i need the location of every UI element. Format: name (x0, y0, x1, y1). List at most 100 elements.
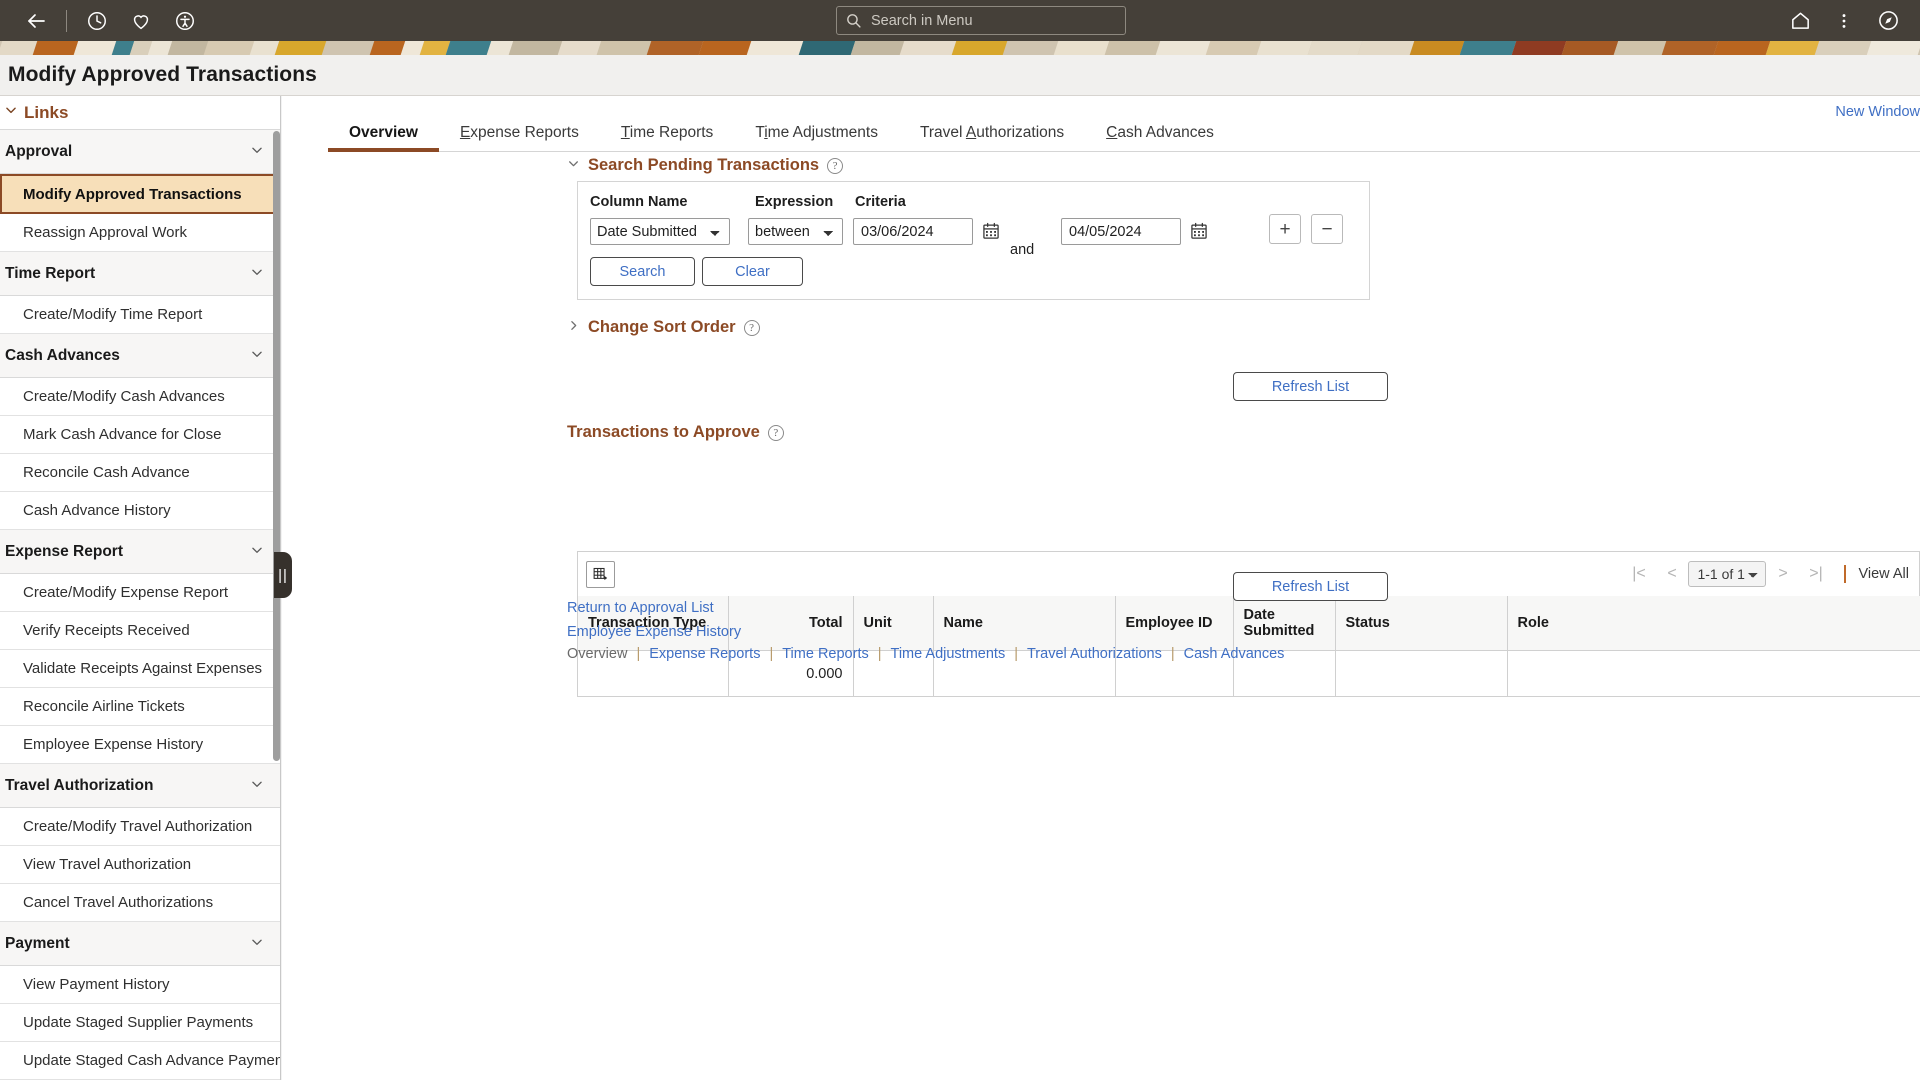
pager-next-button[interactable]: > (1766, 559, 1799, 589)
tab-bar: OverviewExpense ReportsTime ReportsTime … (328, 118, 1920, 152)
bottom-nav-time-adjustments[interactable]: Time Adjustments (891, 646, 1006, 662)
sidebar-item-create-modify-time-report[interactable]: Create/Modify Time Report (0, 296, 280, 334)
calendar-icon[interactable] (1189, 221, 1211, 243)
column-header-total[interactable]: Total (728, 596, 853, 651)
search-button[interactable]: Search (590, 257, 695, 286)
sidebar-links-header[interactable]: Links (0, 96, 280, 130)
sidebar-item-reconcile-airline-tickets[interactable]: Reconcile Airline Tickets (0, 688, 280, 726)
tab-time-reports[interactable]: Time Reports (600, 124, 734, 151)
sidebar-item-employee-expense-history[interactable]: Employee Expense History (0, 726, 280, 764)
sidebar-item-reassign-approval-work[interactable]: Reassign Approval Work (0, 214, 280, 252)
sidebar-item-create-modify-cash-advances[interactable]: Create/Modify Cash Advances (0, 378, 280, 416)
search-input[interactable] (836, 6, 1126, 35)
menu-search-container[interactable] (836, 6, 1126, 35)
column-header-unit[interactable]: Unit (853, 596, 933, 651)
sidebar-item-mark-cash-advance-for-close[interactable]: Mark Cash Advance for Close (0, 416, 280, 454)
tab-time-adjustments[interactable]: Time Adjustments (734, 124, 899, 151)
sidebar-item-update-staged-supplier-payments[interactable]: Update Staged Supplier Payments (0, 1004, 280, 1042)
table-header-row: Transaction TypeTotalUnitNameEmployee ID… (578, 596, 1920, 651)
heart-icon[interactable] (119, 0, 163, 41)
transactions-to-approve-header: Transactions to Approve ? (567, 423, 784, 442)
help-icon[interactable]: ? (744, 320, 760, 336)
clear-button[interactable]: Clear (702, 257, 803, 286)
view-all-link[interactable]: View All (1858, 566, 1913, 582)
calendar-icon[interactable] (981, 221, 1003, 243)
refresh-list-button-top[interactable]: Refresh List (1233, 372, 1388, 401)
bottom-nav-travel-authorizations[interactable]: Travel Authorizations (1027, 646, 1162, 662)
expression-select[interactable]: betweenequal togreater thanless than (748, 218, 843, 245)
sidebar-group-expense-report[interactable]: Expense Report (0, 530, 280, 574)
bottom-nav-expense-reports[interactable]: Expense Reports (649, 646, 760, 662)
accessibility-icon[interactable] (163, 0, 207, 41)
sidebar-item-view-travel-authorization[interactable]: View Travel Authorization (0, 846, 280, 884)
sidebar-group-payment[interactable]: Payment (0, 922, 280, 966)
add-criteria-row-button[interactable]: + (1269, 214, 1301, 244)
sidebar: Links ApprovalModify Approved Transactio… (0, 96, 281, 1080)
sidebar-item-update-staged-cash-advance-paymen[interactable]: Update Staged Cash Advance Paymen (0, 1042, 280, 1080)
sort-section-title: Change Sort Order (588, 318, 736, 337)
bottom-navigation: Overview|Expense Reports|Time Reports|Ti… (567, 646, 1284, 662)
footer-links: Return to Approval List Employee Expense… (567, 600, 741, 640)
column-name-select[interactable]: Date SubmittedNameEmployee IDStatusTrans… (590, 218, 730, 245)
sidebar-item-cancel-travel-authorizations[interactable]: Cancel Travel Authorizations (0, 884, 280, 922)
column-header-employee-id[interactable]: Employee ID (1115, 596, 1233, 651)
bottom-nav-separator: | (627, 646, 649, 662)
home-icon[interactable] (1778, 0, 1822, 41)
sidebar-items-container: ApprovalModify Approved TransactionsReas… (0, 130, 280, 1080)
return-to-approval-list-link[interactable]: Return to Approval List (567, 600, 741, 616)
help-icon[interactable]: ? (768, 425, 784, 441)
date-to-input[interactable] (1061, 218, 1181, 245)
sidebar-item-verify-receipts-received[interactable]: Verify Receipts Received (0, 612, 280, 650)
column-header-role[interactable]: Role (1507, 596, 1920, 651)
sidebar-collapse-handle[interactable]: || (274, 552, 292, 598)
date-from-input[interactable] (853, 218, 973, 245)
remove-criteria-row-button[interactable]: − (1311, 214, 1343, 244)
date-to-field[interactable] (1061, 218, 1181, 245)
compass-icon[interactable] (1866, 0, 1910, 41)
search-pending-transactions-header[interactable]: Search Pending Transactions ? (567, 156, 843, 175)
sidebar-item-modify-approved-transactions[interactable]: Modify Approved Transactions (0, 174, 280, 214)
column-header-status[interactable]: Status (1335, 596, 1507, 651)
sidebar-group-label: Travel Authorization (5, 777, 153, 795)
sidebar-group-approval[interactable]: Approval (0, 130, 280, 174)
pager-prev-button[interactable]: < (1655, 559, 1688, 589)
help-icon[interactable]: ? (827, 158, 843, 174)
back-arrow-icon[interactable] (14, 0, 58, 41)
chevron-right-icon (567, 319, 580, 337)
tab-cash-advances[interactable]: Cash Advances (1085, 124, 1235, 151)
grid-title: Transactions to Approve (567, 423, 760, 442)
employee-expense-history-link[interactable]: Employee Expense History (567, 624, 741, 640)
vertical-ellipsis-icon[interactable] (1822, 0, 1866, 41)
sidebar-scrollbar-thumb[interactable] (273, 131, 280, 761)
sidebar-item-create-modify-travel-authorization[interactable]: Create/Modify Travel Authorization (0, 808, 280, 846)
grid-personalize-icon[interactable] (586, 561, 615, 588)
bottom-nav-cash-advances[interactable]: Cash Advances (1184, 646, 1285, 662)
pager-range-select[interactable]: 1-1 of 1 (1688, 561, 1766, 587)
sidebar-group-time-report[interactable]: Time Report (0, 252, 280, 296)
column-name-label: Column Name (590, 194, 688, 210)
tab-expense-reports[interactable]: Expense Reports (439, 124, 600, 151)
change-sort-order-header[interactable]: Change Sort Order ? (567, 318, 760, 337)
sidebar-item-reconcile-cash-advance[interactable]: Reconcile Cash Advance (0, 454, 280, 492)
and-label: and (1010, 242, 1034, 258)
date-from-field[interactable] (853, 218, 973, 245)
sidebar-item-cash-advance-history[interactable]: Cash Advance History (0, 492, 280, 530)
sidebar-item-create-modify-expense-report[interactable]: Create/Modify Expense Report (0, 574, 280, 612)
search-section-title: Search Pending Transactions (588, 156, 819, 175)
clock-icon[interactable] (75, 0, 119, 41)
sidebar-item-view-payment-history[interactable]: View Payment History (0, 966, 280, 1004)
sidebar-group-label: Expense Report (5, 543, 123, 561)
sidebar-group-cash-advances[interactable]: Cash Advances (0, 334, 280, 378)
tab-travel-authorizations[interactable]: Travel Authorizations (899, 124, 1085, 151)
pager-last-button[interactable]: >| (1799, 559, 1832, 589)
sidebar-item-validate-receipts-against-expenses[interactable]: Validate Receipts Against Expenses (0, 650, 280, 688)
sidebar-group-travel-authorization[interactable]: Travel Authorization (0, 764, 280, 808)
pager-divider (1844, 565, 1846, 583)
tab-overview[interactable]: Overview (328, 124, 439, 151)
global-header-left-icons (0, 0, 207, 41)
column-header-name[interactable]: Name (933, 596, 1115, 651)
pager-first-button[interactable]: |< (1622, 559, 1655, 589)
refresh-list-button-bottom[interactable]: Refresh List (1233, 572, 1388, 601)
bottom-nav-time-reports[interactable]: Time Reports (782, 646, 868, 662)
column-header-date-submitted[interactable]: Date Submitted (1233, 596, 1335, 651)
